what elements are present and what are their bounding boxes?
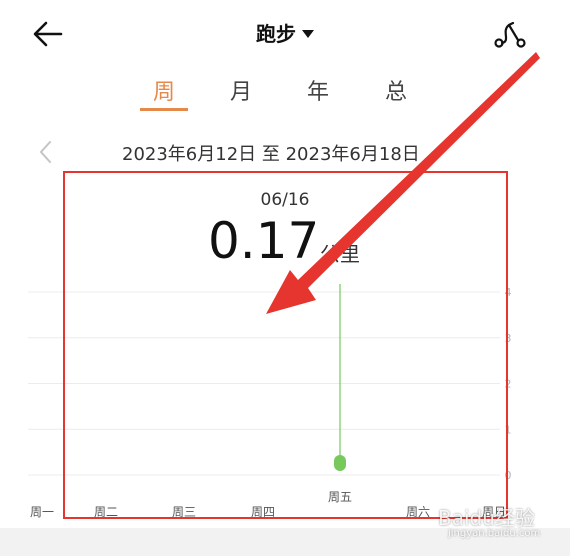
x-tick-label[interactable]: 周六 <box>406 505 430 519</box>
route-button[interactable] <box>490 14 530 54</box>
watermark-url: jingyan.baidu.com <box>448 528 541 539</box>
x-tick-label[interactable]: 周三 <box>172 505 196 519</box>
selected-date: 06/16 <box>260 190 310 210</box>
x-tick-label[interactable]: 周二 <box>94 505 118 519</box>
prev-week-button[interactable] <box>36 138 60 166</box>
distance-unit: 公里 <box>320 242 360 266</box>
chart-bar[interactable] <box>334 455 346 471</box>
y-tick-label: 1 <box>505 423 512 436</box>
tab-total[interactable]: 总 <box>372 74 420 106</box>
date-range: 2023年6月12日 至 2023年6月18日 <box>122 144 420 165</box>
route-share-icon <box>494 21 526 48</box>
y-tick-label: 0 <box>505 469 512 482</box>
y-tick-label: 4 <box>505 286 512 299</box>
caret-down-icon <box>302 29 314 38</box>
x-tick-label[interactable]: 周四 <box>251 505 275 519</box>
sport-type-selector[interactable]: 跑步 <box>0 18 570 47</box>
page-title: 跑步 <box>256 22 296 46</box>
tab-week[interactable]: 周 <box>140 74 188 106</box>
weekly-bar-chart[interactable]: 01234周一 周二 周三 周四周五周六 周日 <box>0 270 570 528</box>
tab-month[interactable]: 月 <box>217 74 265 106</box>
x-tick-label[interactable]: 周一 <box>30 505 54 519</box>
distance-value: 0.17 <box>208 212 320 270</box>
chevron-left-icon <box>40 141 51 163</box>
y-tick-label: 3 <box>505 332 512 345</box>
active-tab-indicator <box>140 108 188 111</box>
x-tick-label[interactable]: 周五 <box>328 490 352 504</box>
y-tick-label: 2 <box>505 378 512 391</box>
watermark: Baidu经验 <box>438 506 535 530</box>
tab-year[interactable]: 年 <box>294 74 342 106</box>
